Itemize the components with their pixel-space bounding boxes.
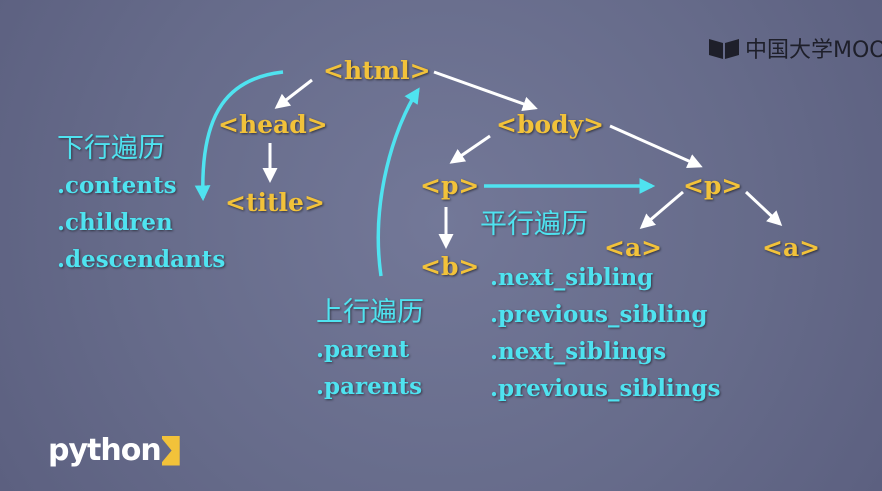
- node-head: <head>: [218, 110, 328, 139]
- up-traversal-title: 上行遍历: [316, 297, 424, 328]
- edge-body-p2: [609, 124, 703, 168]
- mooc-logo: 中国大学MOOC: [707, 32, 882, 64]
- python-logo: python: [48, 433, 180, 468]
- down-method-contents: .contents: [57, 172, 177, 199]
- sibling-method-previous-siblings: .previous_siblings: [490, 375, 721, 402]
- book-icon: [709, 39, 739, 59]
- node-a1: <a>: [604, 233, 663, 262]
- up-traversal-arrow: [376, 87, 420, 277]
- edge-p2-a2: [744, 190, 783, 227]
- chevron-icon: [161, 435, 180, 466]
- node-b: <b>: [420, 252, 480, 281]
- down-traversal-title: 下行遍历: [57, 133, 165, 164]
- node-p2: <p>: [683, 171, 743, 200]
- python-logo-text: python: [48, 433, 162, 468]
- edge-p2-a1: [639, 190, 684, 229]
- node-title: <title>: [225, 188, 325, 217]
- edge-body-p1: [449, 134, 491, 164]
- node-p1: <p>: [420, 171, 480, 200]
- sibling-traversal-title: 平行遍历: [480, 209, 588, 240]
- node-html: <html>: [323, 56, 431, 85]
- mooc-logo-text: 中国大学MOOC: [745, 38, 882, 63]
- edge-html-head: [274, 78, 313, 109]
- sibling-method-previous-sibling: .previous_sibling: [490, 301, 708, 328]
- up-method-parents: .parents: [316, 373, 423, 400]
- node-a2: <a>: [762, 233, 821, 262]
- up-method-parent: .parent: [316, 336, 410, 363]
- node-body: <body>: [496, 110, 605, 139]
- sibling-method-next-sibling: .next_sibling: [490, 264, 654, 291]
- down-method-descendants: .descendants: [57, 246, 226, 273]
- edge-html-body: [433, 70, 538, 112]
- sibling-method-next-siblings: .next_siblings: [490, 338, 667, 365]
- down-method-children: .children: [57, 209, 173, 236]
